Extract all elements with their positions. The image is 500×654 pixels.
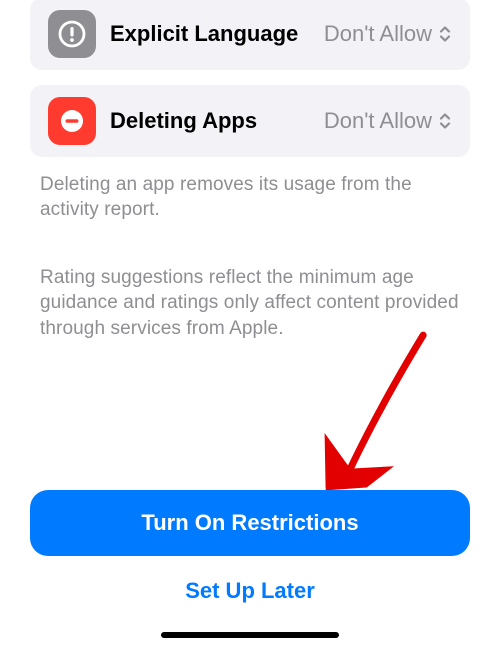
setting-title: Deleting Apps xyxy=(110,108,324,134)
chevron-up-down-icon xyxy=(438,111,452,131)
home-indicator xyxy=(161,632,339,638)
setting-row-deleting-apps[interactable]: Deleting Apps Don't Allow xyxy=(30,85,470,157)
turn-on-restrictions-button[interactable]: Turn On Restrictions xyxy=(30,490,470,556)
setting-row-explicit-language[interactable]: Explicit Language Don't Allow xyxy=(30,0,470,70)
caption-rating: Rating suggestions reflect the minimum a… xyxy=(30,265,470,341)
annotation-arrow-icon xyxy=(315,322,456,491)
chevron-up-down-icon xyxy=(438,24,452,44)
setting-title: Explicit Language xyxy=(110,21,324,47)
caption-deleting: Deleting an app removes its usage from t… xyxy=(30,172,470,223)
set-up-later-button[interactable]: Set Up Later xyxy=(30,556,470,622)
setting-value: Don't Allow xyxy=(324,21,452,47)
minus-circle-icon xyxy=(48,97,96,145)
exclamation-icon xyxy=(48,10,96,58)
setting-value: Don't Allow xyxy=(324,108,452,134)
